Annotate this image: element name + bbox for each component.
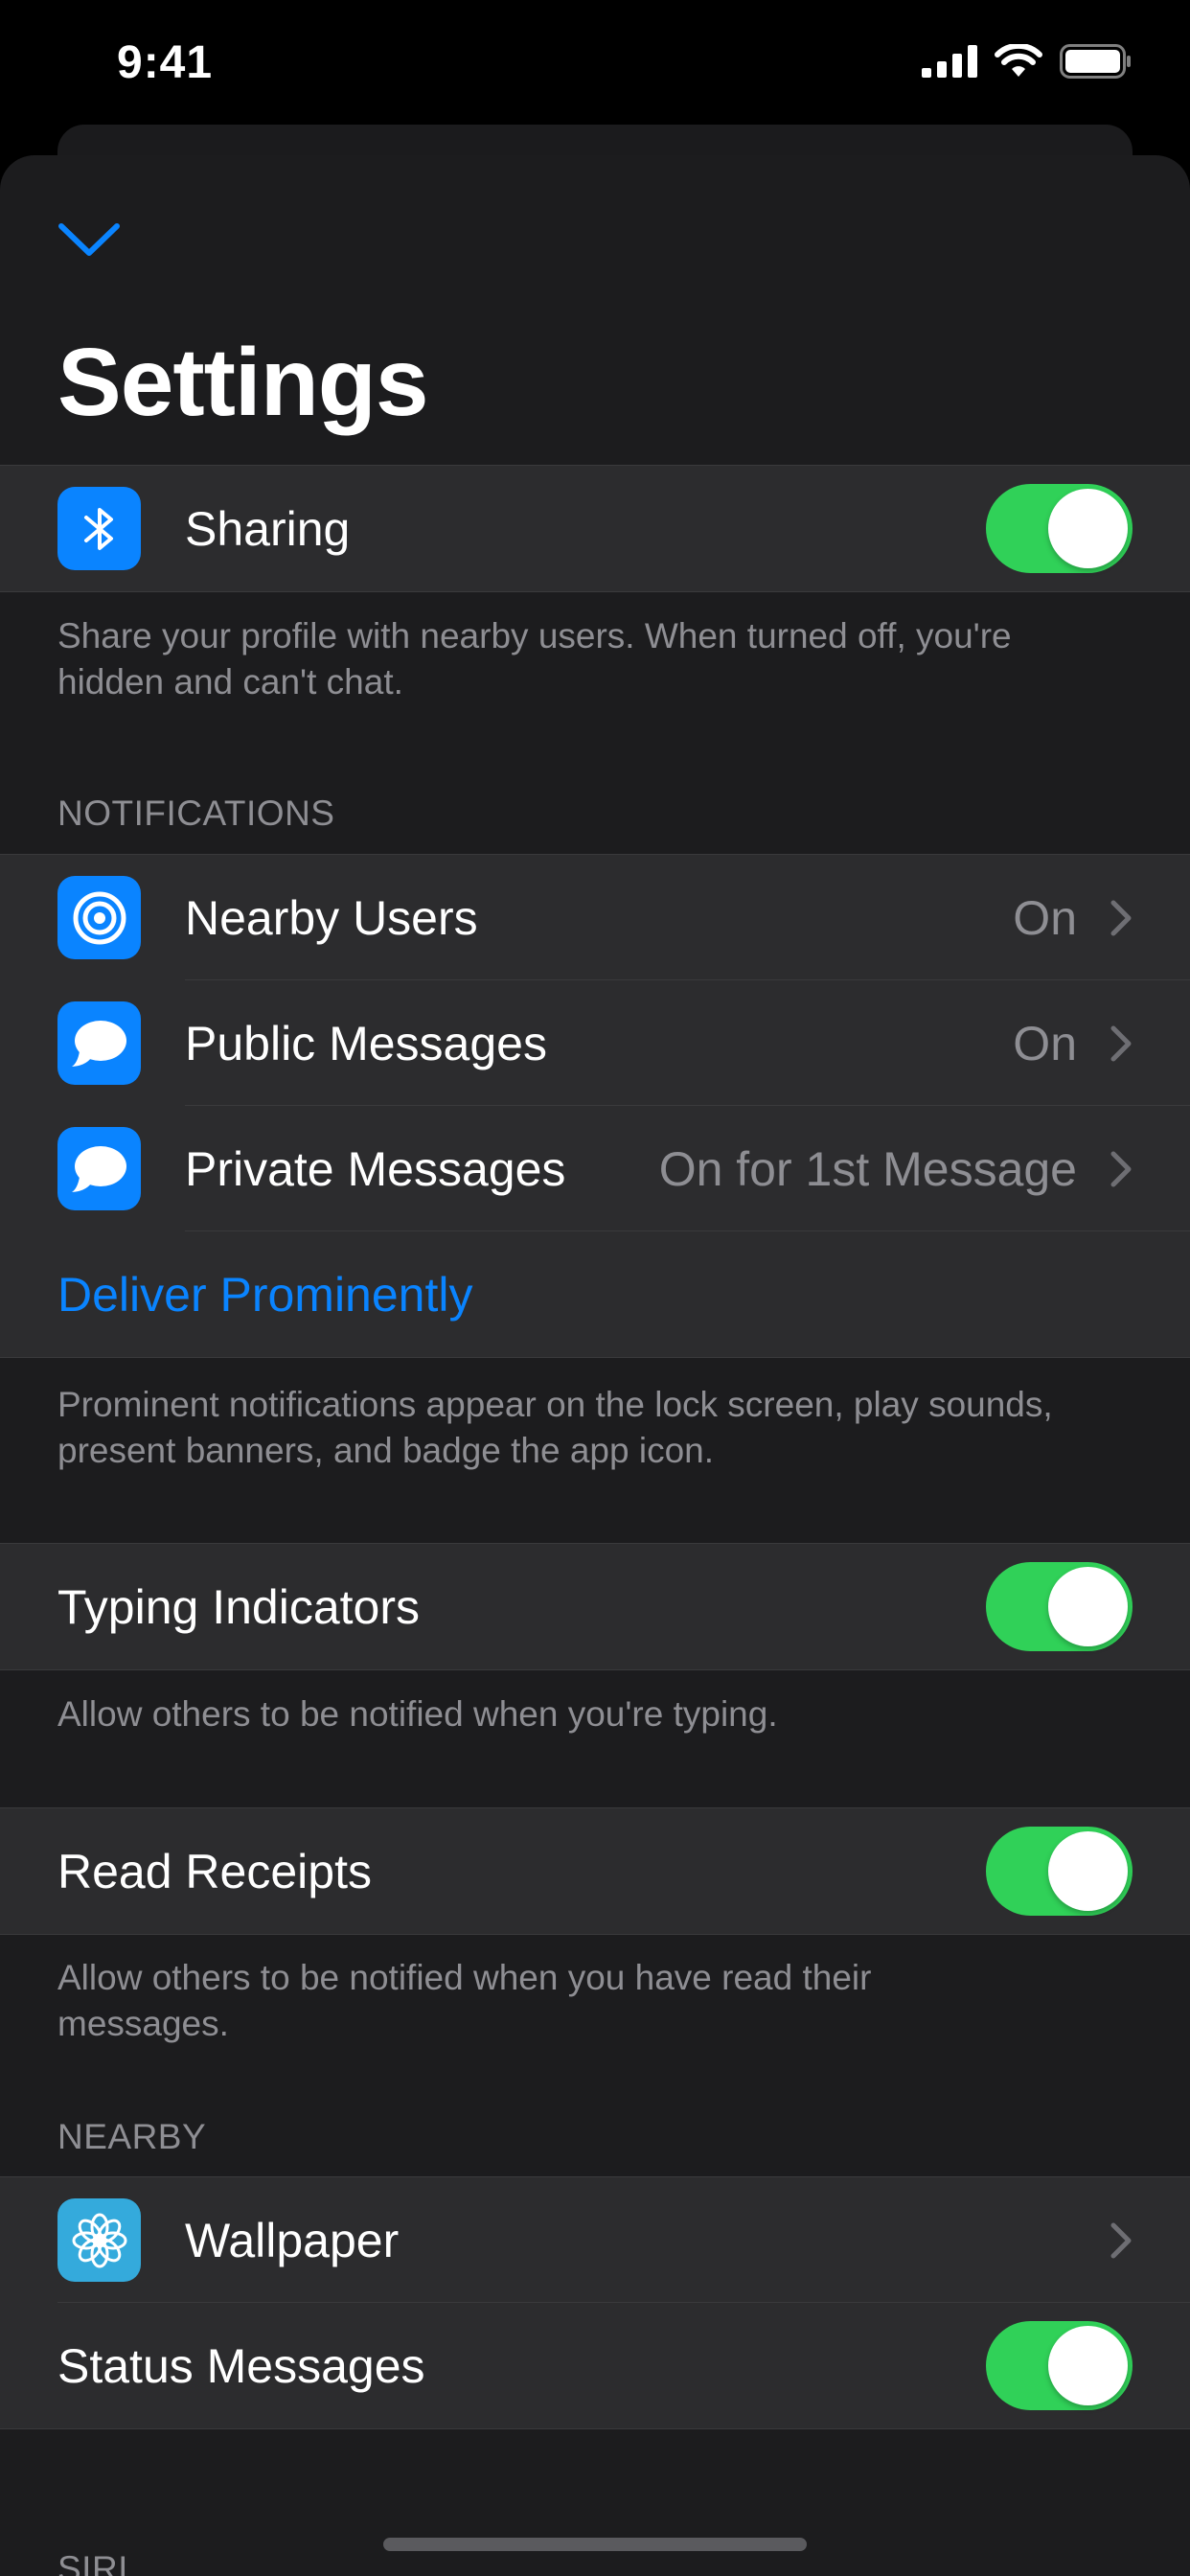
dismiss-chevron-down-icon[interactable] [56, 215, 123, 263]
toggle-knob [1048, 1567, 1128, 1646]
wallpaper-label: Wallpaper [185, 2213, 400, 2267]
siri-header: SIRI [57, 2549, 128, 2576]
deliver-prominently-row[interactable]: Deliver Prominently [0, 1231, 1190, 1357]
bluetooth-icon [57, 487, 141, 570]
public-messages-value: On [1013, 1016, 1077, 1070]
read-receipts-label: Read Receipts [57, 1844, 372, 1898]
nearby-header: NEARBY [57, 2117, 207, 2156]
typing-indicators-row: Typing Indicators [0, 1544, 1190, 1669]
chevron-right-icon [1110, 1151, 1132, 1186]
settings-sheet: Settings Sharing Share your profile with… [0, 155, 1190, 2576]
speech-bubble-icon [57, 1001, 141, 1085]
status-icons [922, 44, 1133, 79]
receipts-group: Read Receipts [0, 1807, 1190, 1935]
status-messages-row: Status Messages [0, 2303, 1190, 2428]
speech-bubble-icon [57, 1127, 141, 1210]
target-icon [57, 876, 141, 959]
toggle-knob [1048, 1831, 1128, 1911]
battery-icon [1060, 44, 1131, 79]
status-bar: 9:41 [0, 0, 1190, 134]
sharing-toggle[interactable] [986, 484, 1133, 573]
notifications-header: NOTIFICATIONS [57, 794, 335, 833]
notification-row-nearby-users[interactable]: Nearby Users On [0, 855, 1190, 980]
typing-indicators-toggle[interactable] [986, 1562, 1133, 1651]
chevron-right-icon [1110, 1025, 1132, 1061]
receipts-footer: Allow others to be notified when you hav… [57, 1958, 872, 2043]
read-receipts-row: Read Receipts [0, 1808, 1190, 1934]
status-time: 9:41 [117, 37, 214, 88]
notifications-group: Nearby Users On Public Messages On Priva… [0, 854, 1190, 1358]
status-messages-label: Status Messages [57, 2338, 425, 2393]
sharing-footer: Share your profile with nearby users. Wh… [57, 616, 1012, 702]
wifi-icon [995, 44, 1042, 77]
toggle-knob [1048, 2326, 1128, 2405]
cellular-signal-icon [922, 45, 977, 78]
private-messages-label: Private Messages [185, 1141, 566, 1196]
notifications-footer: Prominent notifications appear on the lo… [57, 1385, 1053, 1470]
toggle-knob [1048, 489, 1128, 568]
wallpaper-row[interactable]: Wallpaper [0, 2177, 1190, 2303]
typing-footer: Allow others to be notified when you're … [57, 1694, 778, 1734]
sharing-group: Sharing [0, 465, 1190, 592]
home-indicator[interactable] [383, 2538, 807, 2551]
notification-row-private-messages[interactable]: Private Messages On for 1st Message [0, 1106, 1190, 1231]
typing-indicators-label: Typing Indicators [57, 1579, 420, 1634]
nearby-users-value: On [1013, 890, 1077, 945]
sharing-row: Sharing [0, 466, 1190, 591]
private-messages-value: On for 1st Message [658, 1141, 1077, 1196]
status-messages-toggle[interactable] [986, 2321, 1133, 2410]
read-receipts-toggle[interactable] [986, 1827, 1133, 1916]
public-messages-label: Public Messages [185, 1016, 547, 1070]
chevron-right-icon [1110, 900, 1132, 935]
nearby-users-label: Nearby Users [185, 890, 478, 945]
notification-row-public-messages[interactable]: Public Messages On [0, 980, 1190, 1106]
nearby-group: Wallpaper Status Messages [0, 2176, 1190, 2429]
page-title: Settings [57, 329, 428, 436]
sharing-label: Sharing [185, 501, 351, 556]
deliver-prominently-button[interactable]: Deliver Prominently [57, 1267, 472, 1322]
typing-group: Typing Indicators [0, 1543, 1190, 1670]
chevron-right-icon [1110, 2222, 1132, 2258]
flower-icon [57, 2198, 141, 2282]
